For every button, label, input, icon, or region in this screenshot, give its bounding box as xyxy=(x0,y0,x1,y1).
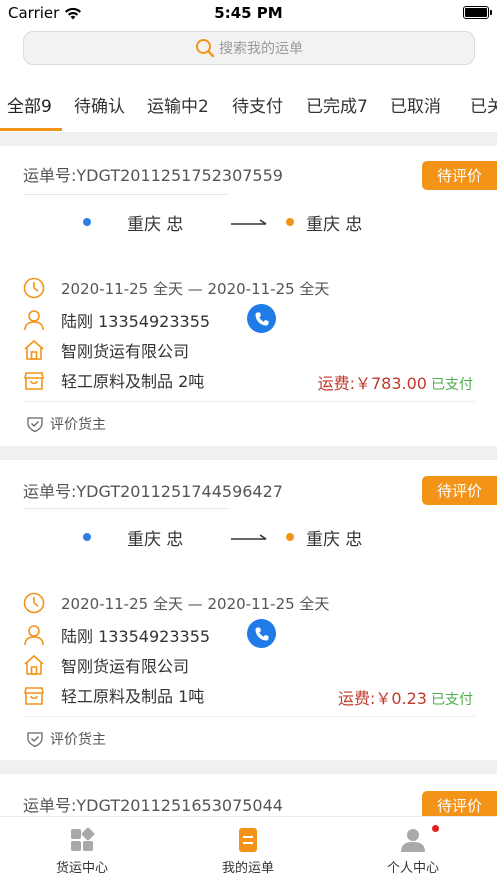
fee-block: 运费:￥0.23 已支付 xyxy=(338,685,473,709)
section-divider xyxy=(0,132,497,146)
card-separator xyxy=(23,716,475,717)
contact-info: 陆刚 13354923355 xyxy=(61,312,211,331)
cargo-row: 轻工原料及制品 1吨 xyxy=(23,683,204,707)
tab-all[interactable]: 全部9 xyxy=(7,92,52,117)
review-icon xyxy=(27,417,43,433)
company-row: 智刚货运有限公司 xyxy=(23,653,189,677)
tab-closed[interactable]: 已关 xyxy=(470,92,497,117)
order-number-underline xyxy=(23,508,228,509)
payment-status: 已支付 xyxy=(431,377,473,393)
origin-dot xyxy=(83,218,91,226)
call-button[interactable] xyxy=(247,619,276,648)
tabbar-label: 个人中心 xyxy=(386,861,439,876)
order-number: 运单号:YDGT2011251653075044 xyxy=(23,796,283,815)
rate-shipper-button[interactable]: 评价货主 xyxy=(26,414,106,434)
status-tabs: 全部9 待确认 运输中2 待支付 已完成7 已取消 已关 xyxy=(0,84,497,132)
fee-block: 运费:￥783.00 已支付 xyxy=(318,370,473,394)
pending-review-badge[interactable]: 待评价 xyxy=(422,161,497,190)
payment-status: 已支付 xyxy=(431,692,473,708)
tabbar-my-orders[interactable]: 我的运单 xyxy=(188,827,308,876)
grid-icon xyxy=(71,827,95,851)
order-number: 运单号:YDGT2011251744596427 xyxy=(23,482,283,501)
order-card[interactable]: 运单号:YDGT2011251744596427 待评价 重庆 忠 重庆 忠 2… xyxy=(0,460,497,760)
tab-completed[interactable]: 已完成7 xyxy=(306,92,368,117)
company-row: 智刚货运有限公司 xyxy=(23,338,189,362)
status-bar: Carrier 5:45 PM xyxy=(0,0,497,26)
cargo-row: 轻工原料及制品 2吨 xyxy=(23,368,204,392)
search-icon xyxy=(196,39,215,58)
tab-in-transit[interactable]: 运输中2 xyxy=(147,92,209,117)
search-input[interactable]: 搜索我的运单 xyxy=(23,31,475,65)
tab-pending-confirm[interactable]: 待确认 xyxy=(74,92,125,117)
battery-icon xyxy=(463,6,492,19)
company-name: 智刚货运有限公司 xyxy=(61,657,190,676)
active-tab-indicator xyxy=(0,128,62,131)
freight-fee: 运费:￥0.23 xyxy=(337,689,427,708)
route-arrow-icon xyxy=(231,219,267,225)
document-icon xyxy=(239,828,257,852)
order-number: 运单号:YDGT2011251752307559 xyxy=(23,166,283,185)
user-icon xyxy=(401,829,425,852)
rate-shipper-label: 评价货主 xyxy=(50,732,106,748)
tab-pending-payment[interactable]: 待支付 xyxy=(232,92,283,117)
destination-dot xyxy=(286,218,294,226)
tabbar-label: 货运中心 xyxy=(55,861,108,876)
origin-city: 重庆 忠 xyxy=(127,530,184,550)
search-placeholder: 搜索我的运单 xyxy=(219,41,303,57)
destination-city: 重庆 忠 xyxy=(306,530,363,550)
tabbar-freight-center[interactable]: 货运中心 xyxy=(22,827,142,876)
tabbar-label: 我的运单 xyxy=(221,861,274,876)
call-button[interactable] xyxy=(247,304,276,333)
order-number-underline xyxy=(23,194,228,195)
person-icon xyxy=(24,310,44,331)
clock-icon xyxy=(23,592,45,614)
tab-cancelled[interactable]: 已取消 xyxy=(390,92,441,117)
home-icon xyxy=(24,339,44,360)
order-card[interactable]: 运单号:YDGT2011251653075044 待评价 xyxy=(0,774,497,820)
date-range: 2020-11-25 全天 — 2020-11-25 全天 xyxy=(61,594,330,613)
date-range: 2020-11-25 全天 — 2020-11-25 全天 xyxy=(61,279,330,298)
clock-icon xyxy=(23,277,45,299)
freight-fee: 运费:￥783.00 xyxy=(317,374,427,393)
pending-review-badge[interactable]: 待评价 xyxy=(422,476,497,505)
box-icon xyxy=(24,687,44,705)
contact-row: 陆刚 13354923355 xyxy=(23,623,210,647)
date-row: 2020-11-25 全天 — 2020-11-25 全天 xyxy=(23,592,329,614)
order-card[interactable]: 运单号:YDGT2011251752307559 待评价 重庆 忠 重庆 忠 2… xyxy=(0,146,497,446)
section-divider xyxy=(0,760,497,774)
route-arrow-icon xyxy=(231,534,267,540)
destination-dot xyxy=(286,533,294,541)
cargo-info: 轻工原料及制品 1吨 xyxy=(61,687,205,706)
contact-info: 陆刚 13354923355 xyxy=(61,627,211,646)
bottom-tab-bar: 货运中心 我的运单 个人中心 xyxy=(0,816,497,883)
phone-icon xyxy=(255,627,268,640)
destination-city: 重庆 忠 xyxy=(306,215,363,235)
phone-icon xyxy=(255,312,268,325)
person-icon xyxy=(24,625,44,646)
contact-row: 陆刚 13354923355 xyxy=(23,308,210,332)
origin-city: 重庆 忠 xyxy=(127,215,184,235)
company-name: 智刚货运有限公司 xyxy=(61,342,190,361)
rate-shipper-label: 评价货主 xyxy=(50,417,106,433)
date-row: 2020-11-25 全天 — 2020-11-25 全天 xyxy=(23,277,329,299)
review-icon xyxy=(27,732,43,748)
notification-dot xyxy=(432,825,439,832)
tabbar-profile[interactable]: 个人中心 xyxy=(353,827,473,876)
card-separator xyxy=(23,401,475,402)
box-icon xyxy=(24,372,44,390)
status-time: 5:45 PM xyxy=(214,4,283,22)
rate-shipper-button[interactable]: 评价货主 xyxy=(26,729,106,749)
section-divider xyxy=(0,446,497,460)
home-icon xyxy=(24,654,44,675)
cargo-info: 轻工原料及制品 2吨 xyxy=(61,372,205,391)
origin-dot xyxy=(83,533,91,541)
